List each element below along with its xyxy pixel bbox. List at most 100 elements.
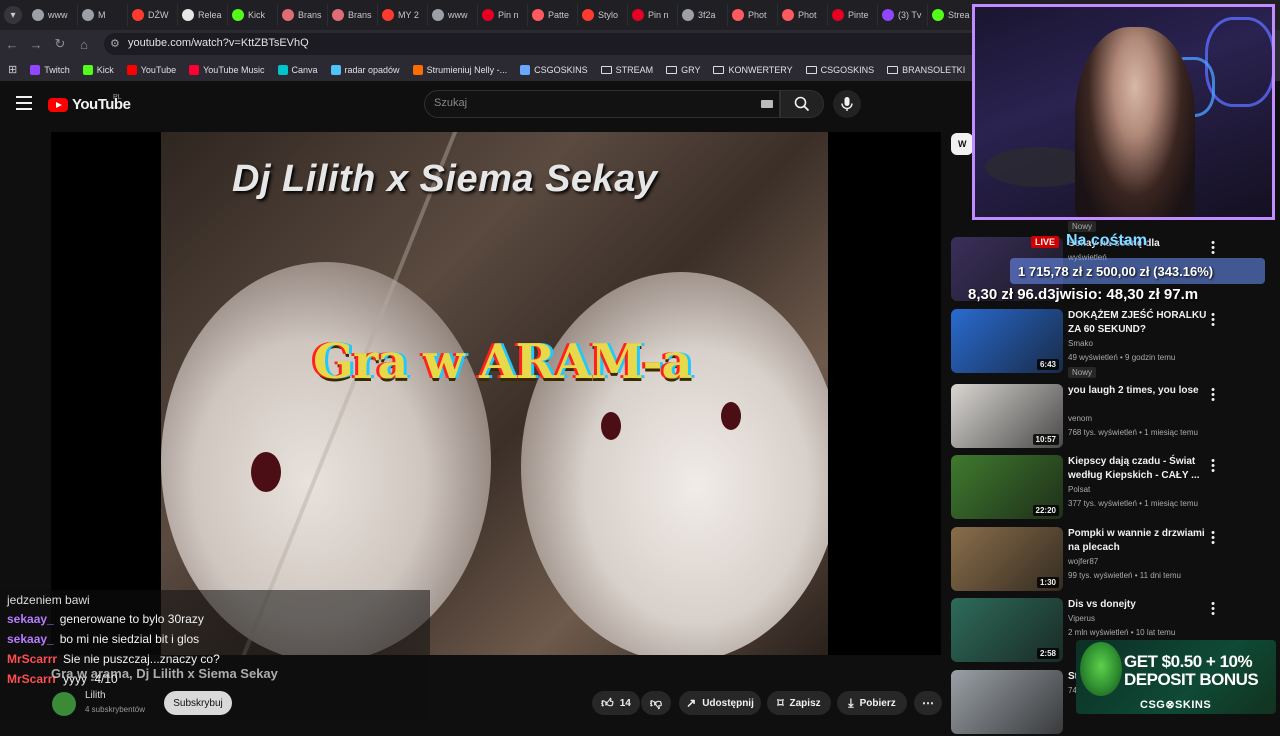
save-button[interactable]: ⌑ Zapisz xyxy=(767,691,831,715)
bookmark-item[interactable]: YouTube xyxy=(126,64,176,75)
tab-label: www xyxy=(48,10,68,20)
bookmark-favicon-icon xyxy=(82,64,93,75)
browser-tab[interactable]: M xyxy=(78,4,128,26)
recommendation-title[interactable]: Kiepscy dają czadu - Świat według Kiepsk… xyxy=(1068,455,1213,483)
browser-tab[interactable]: www xyxy=(28,4,78,26)
tab-search-button[interactable]: ▾ xyxy=(4,6,22,24)
bookmark-item[interactable]: radar opadów xyxy=(330,64,400,75)
bookmark-item[interactable]: YouTube Music xyxy=(189,64,265,75)
recommendation-item[interactable]: 10:57 you laugh 2 times, you lose venom 768… xyxy=(951,384,1271,450)
share-button[interactable]: ↗ Udostępnij xyxy=(679,691,761,715)
bookmark-item[interactable]: BRANSOLETKI xyxy=(887,65,965,75)
video-thumbnail[interactable]: 22:20 xyxy=(951,455,1063,519)
browser-tab[interactable]: 3f2a xyxy=(678,4,728,26)
like-button[interactable]: 👍︎ 14 xyxy=(592,691,640,715)
tab-label: (3) Tv xyxy=(898,10,922,20)
home-button[interactable]: ⌂ xyxy=(72,32,96,56)
browser-tab[interactable]: Patte xyxy=(528,4,578,26)
keyboard-icon[interactable] xyxy=(761,100,773,108)
recommendation-item[interactable]: 22:20 Kiepscy dają czadu - Świat według K… xyxy=(951,455,1271,521)
apps-icon[interactable]: ⊞ xyxy=(8,63,17,76)
recommendation-item[interactable]: 6:43 DOKĄŻEM ZJEŚĆ HORALKU ZA 60 SEKUND? S… xyxy=(951,309,1271,378)
more-vertical-icon[interactable]: ••• xyxy=(1209,599,1217,620)
more-vertical-icon[interactable]: ••• xyxy=(1209,310,1217,331)
browser-tab[interactable]: Relea xyxy=(178,4,228,26)
tab-favicon-icon xyxy=(32,9,44,21)
site-info-icon[interactable]: ⚙ xyxy=(110,37,120,50)
recommendation-title[interactable]: DOKĄŻEM ZJEŚĆ HORALKU ZA 60 SEKUND? xyxy=(1068,309,1213,337)
browser-tab[interactable]: Phot xyxy=(778,4,828,26)
recommendation-channel[interactable]: wojfer87 xyxy=(1068,557,1098,566)
more-actions-button[interactable]: ⋯ xyxy=(914,691,942,715)
bookmark-item[interactable]: CSGOSKINS xyxy=(520,64,588,75)
browser-tab[interactable]: Pin n xyxy=(478,4,528,26)
live-badge: LIVE xyxy=(1031,236,1060,248)
bookmark-label: Canva xyxy=(291,64,318,75)
more-vertical-icon[interactable]: ••• xyxy=(1209,238,1217,259)
streamer-figure xyxy=(1075,27,1195,217)
browser-tab[interactable]: DŹW xyxy=(128,4,178,26)
bookmark-item[interactable]: Twitch xyxy=(30,64,70,75)
recommendation-channel[interactable]: venom xyxy=(1068,414,1092,423)
browser-tab[interactable]: (3) Tv xyxy=(878,4,928,26)
browser-tab[interactable]: Strea xyxy=(928,4,978,26)
video-thumbnail[interactable]: 1:30 xyxy=(951,527,1063,591)
bookmark-item[interactable]: KONWERTERY xyxy=(713,64,793,75)
bookmark-item[interactable]: Strumieniuj Nelly -... xyxy=(412,64,507,75)
bookmark-item[interactable]: Kick xyxy=(82,64,114,75)
browser-tab[interactable]: Phot xyxy=(728,4,778,26)
recommendation-channel[interactable]: Polsat xyxy=(1068,485,1090,494)
video-thumbnail[interactable]: 6:43 xyxy=(951,309,1063,373)
video-thumbnail[interactable]: 2:58 xyxy=(951,598,1063,662)
bookmark-item[interactable]: CSGOSKINS xyxy=(805,65,874,75)
tab-label: Pin n xyxy=(498,10,519,20)
video-thumbnail[interactable]: 10:57 xyxy=(951,384,1063,448)
video-player[interactable] xyxy=(51,132,941,655)
browser-tab[interactable]: Brans xyxy=(278,4,328,26)
channel-name[interactable]: Lilith xyxy=(85,690,106,701)
search-input[interactable] xyxy=(424,90,780,118)
video-thumbnail[interactable] xyxy=(951,670,1063,734)
browser-tab[interactable]: Stylo xyxy=(578,4,628,26)
recommendation-title[interactable]: you laugh 2 times, you lose xyxy=(1068,384,1213,398)
folder-icon xyxy=(805,65,817,74)
search-button[interactable] xyxy=(780,90,824,118)
back-button[interactable]: ← xyxy=(0,32,24,56)
bookmark-item[interactable]: STREAM xyxy=(600,65,653,75)
browser-tab[interactable]: Pinte xyxy=(828,4,878,26)
more-vertical-icon[interactable]: ••• xyxy=(1209,385,1217,406)
recommendation-channel[interactable]: Smako xyxy=(1068,339,1093,348)
tab-label: 3f2a xyxy=(698,10,716,20)
recommendation-title[interactable]: Dis vs donejty xyxy=(1068,598,1213,612)
more-vertical-icon[interactable]: ••• xyxy=(1209,456,1217,477)
recommendation-item[interactable]: 1:30 Pompki w wannie z drzwiami na plecac… xyxy=(951,527,1271,593)
streamer-webcam xyxy=(972,4,1275,220)
more-vertical-icon[interactable]: ••• xyxy=(1209,528,1217,549)
browser-tab[interactable]: www xyxy=(428,4,478,26)
chat-username: MrScarrr xyxy=(7,652,58,666)
channel-avatar[interactable] xyxy=(52,692,76,716)
donation-ticker: 8,30 zł 96.d3jwisio: 48,30 zł 97.m xyxy=(968,286,1199,303)
reload-button[interactable]: ↻ xyxy=(48,32,72,56)
url-text[interactable]: youtube.com/watch?v=KttZBTsEVhQ xyxy=(128,37,309,49)
mic-button[interactable] xyxy=(833,90,861,118)
bookmark-label: KONWERTERY xyxy=(728,64,793,75)
browser-tab[interactable]: Pin n xyxy=(628,4,678,26)
duration-badge: 6:43 xyxy=(1036,359,1059,370)
sidebar-chip[interactable]: W xyxy=(951,133,973,155)
video-overlay-title: Dj Lilith x Siema Sekay xyxy=(232,158,658,200)
download-button[interactable]: ⤓ Pobierz xyxy=(837,691,907,715)
browser-tab[interactable]: Brans xyxy=(328,4,378,26)
dislike-button[interactable]: 👎︎ xyxy=(641,691,671,715)
browser-tab[interactable]: Kick xyxy=(228,4,278,26)
subscribe-button[interactable]: Subskrybuj xyxy=(164,691,232,715)
forward-button[interactable]: → xyxy=(24,32,48,56)
recommendation-channel[interactable]: Viperus xyxy=(1068,614,1095,623)
recommendation-title[interactable]: Pompki w wannie z drzwiami na plecach xyxy=(1068,527,1213,555)
tab-label: M xyxy=(98,10,106,20)
browser-tab[interactable]: MY 2 xyxy=(378,4,428,26)
tab-label: Pinte xyxy=(848,10,869,20)
hamburger-icon[interactable] xyxy=(16,96,32,110)
bookmark-item[interactable]: Canva xyxy=(277,64,318,75)
bookmark-item[interactable]: GRY xyxy=(666,65,700,75)
